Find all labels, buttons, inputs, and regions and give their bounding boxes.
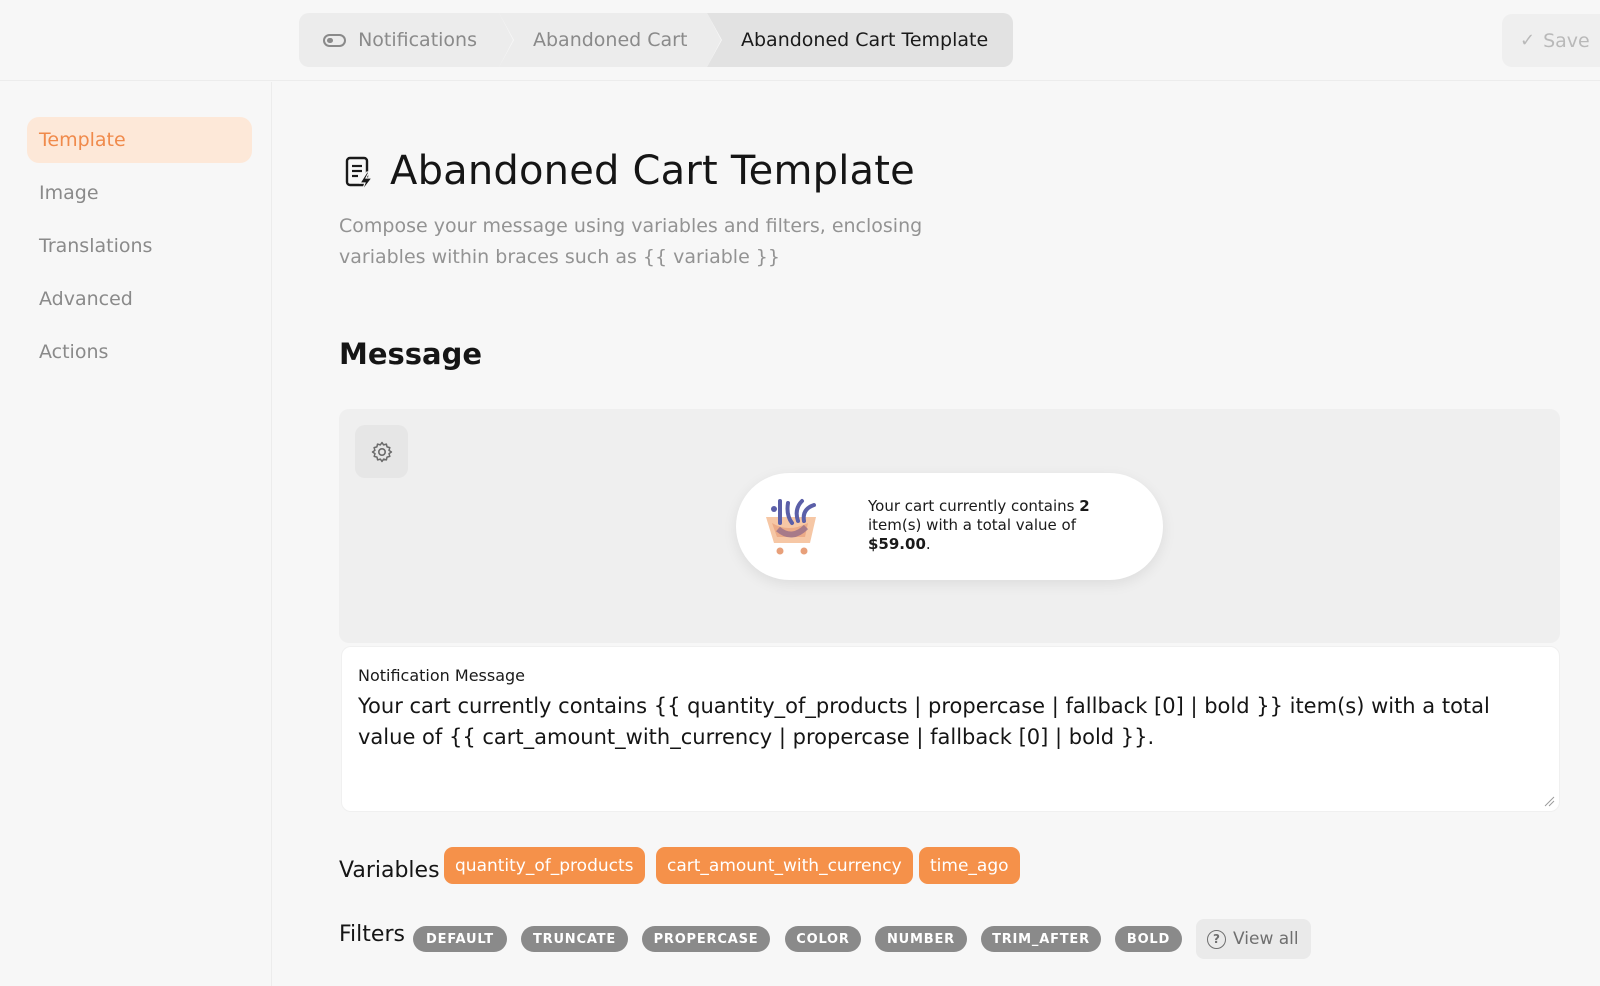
filter-chip-trim-after[interactable]: TRIM_AFTER <box>981 926 1101 952</box>
sidebar-item-translations[interactable]: Translations <box>27 223 252 269</box>
sidebar-item-template[interactable]: Template <box>27 117 252 163</box>
breadcrumb-label: Notifications <box>358 29 477 51</box>
page-description: Compose your message using variables and… <box>339 215 923 268</box>
filters-label: Filters <box>339 922 405 947</box>
variable-chip-cart-amount-with-currency[interactable]: cart_amount_with_currency <box>656 847 913 884</box>
breadcrumb-label: Abandoned Cart Template <box>741 29 989 51</box>
filter-chip-truncate[interactable]: TRUNCATE <box>521 926 628 952</box>
breadcrumb: Notifications Abandoned Cart Abandoned C… <box>299 13 1013 67</box>
breadcrumb-abandoned-cart[interactable]: Abandoned Cart <box>499 13 721 67</box>
filter-chip-number[interactable]: NUMBER <box>875 926 967 952</box>
notification-message-label: Notification Message <box>358 666 526 685</box>
sidebar-item-label: Template <box>39 129 126 151</box>
filter-chip-default[interactable]: DEFAULT <box>413 926 507 952</box>
document-bolt-icon <box>345 156 374 192</box>
sidebar-item-label: Translations <box>39 235 153 257</box>
sidebar-item-label: Actions <box>39 341 109 363</box>
sidebar-item-advanced[interactable]: Advanced <box>27 276 252 322</box>
message-section-title: Message <box>339 337 483 371</box>
gear-icon <box>371 441 392 462</box>
breadcrumb-notifications[interactable]: Notifications <box>299 13 513 67</box>
view-all-filters-button[interactable]: ? View all <box>1196 919 1311 959</box>
notification-preview: Your cart currently contains 2 item(s) w… <box>339 409 1560 643</box>
checkmark-icon: ✓ <box>1520 30 1536 51</box>
sidebar-item-actions[interactable]: Actions <box>27 329 252 375</box>
sidebar-item-label: Advanced <box>39 288 133 310</box>
sidebar-item-image[interactable]: Image <box>27 170 252 216</box>
notification-message-field[interactable]: Notification Message Your cart currently… <box>341 646 1560 812</box>
preview-message-text: Your cart currently contains 2 item(s) w… <box>868 497 1090 553</box>
save-label: Save <box>1543 29 1590 52</box>
breadcrumb-current-page: Abandoned Cart Template <box>707 13 1013 67</box>
filter-chip-propercase[interactable]: PROPERCASE <box>642 926 770 952</box>
view-all-label: View all <box>1233 929 1299 949</box>
sidebar: Template Image Translations Advanced Act… <box>0 82 272 986</box>
sidebar-item-label: Image <box>39 182 99 204</box>
save-button[interactable]: ✓ Save <box>1502 14 1600 67</box>
filter-chip-bold[interactable]: BOLD <box>1115 926 1182 952</box>
preview-settings-button[interactable] <box>355 425 408 478</box>
top-bar: Notifications Abandoned Cart Abandoned C… <box>0 0 1600 81</box>
toggle-icon <box>323 33 347 47</box>
notification-bubble: Your cart currently contains 2 item(s) w… <box>736 473 1163 580</box>
shopping-cart-illustration <box>766 499 816 555</box>
question-circle-icon: ? <box>1207 929 1226 949</box>
variable-chip-time-ago[interactable]: time_ago <box>919 847 1020 884</box>
breadcrumb-label: Abandoned Cart <box>533 29 688 51</box>
notification-message-textarea[interactable]: Your cart currently contains {{ quantity… <box>358 691 1528 753</box>
variable-chip-quantity-of-products[interactable]: quantity_of_products <box>444 847 645 884</box>
resize-handle-icon[interactable] <box>1543 795 1555 807</box>
variables-label: Variables <box>339 858 440 883</box>
filter-chip-color[interactable]: COLOR <box>785 926 861 952</box>
page-title: Abandoned Cart Template <box>390 148 915 194</box>
